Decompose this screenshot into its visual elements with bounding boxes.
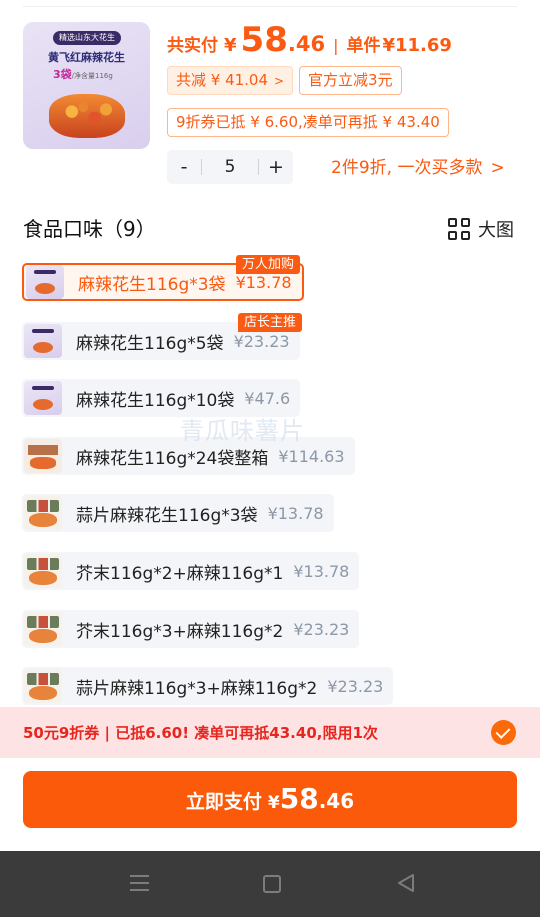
option-price: ¥13.78 bbox=[293, 561, 350, 581]
option-thumbnail bbox=[24, 496, 62, 530]
multi-buy-link[interactable]: 2件9折, 一次买多款 > bbox=[331, 153, 505, 178]
option-thumbnail bbox=[24, 669, 62, 703]
watermark-text: 青瓜味薯片 bbox=[180, 417, 305, 445]
decrease-button[interactable]: - bbox=[167, 156, 201, 178]
option-label: 麻辣花生116g*24袋整箱 bbox=[76, 448, 269, 469]
pay-now-decimal: .46 bbox=[318, 789, 355, 813]
total-price-row: 共实付 ¥ 58 .46 | 单件 ¥11.69 bbox=[167, 20, 452, 64]
option-price: ¥23.23 bbox=[327, 676, 384, 696]
option-price: ¥23.23 bbox=[233, 331, 290, 351]
unit-price-label: 单件 bbox=[346, 36, 381, 56]
chevron-right-icon: > bbox=[490, 158, 505, 178]
product-image-qty: 3袋/净含量116g bbox=[53, 66, 113, 82]
product-image-net: /净含量116g bbox=[71, 72, 113, 80]
total-pay-currency: ¥ bbox=[224, 35, 237, 56]
option-thumbnail bbox=[24, 439, 62, 473]
option-label: 蒜片麻辣116g*3+麻辣116g*2 bbox=[76, 678, 318, 699]
option-tag: 万人加购 bbox=[236, 255, 301, 274]
coupon-info-badge: 9折券已抵 ¥ 6.60,凑单可再抵 ¥ 43.40 bbox=[167, 108, 449, 137]
total-pay-integer: 58 bbox=[240, 20, 288, 60]
peanut-pile-graphic bbox=[49, 94, 125, 138]
home-icon[interactable] bbox=[263, 875, 281, 893]
option-label: 蒜片麻辣花生116g*3袋 bbox=[76, 505, 258, 526]
unit-price-value: ¥11.69 bbox=[382, 35, 452, 56]
option-label: 麻辣花生116g*10袋 bbox=[76, 390, 235, 411]
option-price: ¥13.78 bbox=[267, 503, 324, 523]
flavor-option[interactable]: 芥末116g*3+麻辣116g*2 ¥23.23 bbox=[22, 610, 360, 648]
pay-now-label: 立即支付 bbox=[185, 791, 262, 813]
big-view-toggle[interactable]: 大图 bbox=[448, 216, 514, 242]
quantity-value[interactable]: 5 bbox=[202, 157, 258, 177]
option-price: ¥13.78 bbox=[235, 272, 292, 292]
official-discount-badge: 官方立减3元 bbox=[299, 66, 402, 95]
option-price: ¥23.23 bbox=[293, 619, 350, 639]
flavor-option[interactable]: 芥末116g*2+麻辣116g*1 ¥13.78 bbox=[22, 552, 360, 590]
multi-buy-text: 2件9折, 一次买多款 bbox=[331, 158, 483, 178]
pay-now-button[interactable]: 立即支付 ¥ 58 .46 bbox=[23, 771, 517, 828]
price-separator: | bbox=[333, 36, 339, 55]
flavor-section-title: 食品口味（9） bbox=[23, 217, 156, 241]
coupon-bar-text: 50元9折券 | 已抵6.60! 凑单可再抵43.40,限用1次 bbox=[23, 724, 378, 742]
system-nav-bar bbox=[0, 851, 540, 917]
option-thumbnail bbox=[26, 265, 64, 299]
option-price: ¥47.6 bbox=[244, 388, 291, 408]
product-image-name: 黄飞红麻辣花生 bbox=[48, 51, 125, 64]
grid-icon bbox=[448, 218, 470, 240]
total-pay-label: 共实付 bbox=[167, 36, 218, 56]
option-label: 芥末116g*3+麻辣116g*2 bbox=[76, 621, 284, 642]
product-image-qty-value: 3袋 bbox=[53, 68, 72, 81]
check-circle-icon[interactable] bbox=[491, 720, 516, 745]
big-view-label: 大图 bbox=[478, 220, 514, 241]
option-thumbnail bbox=[24, 324, 62, 358]
increase-button[interactable]: + bbox=[259, 156, 293, 178]
discount-total-badge[interactable]: 共减 ¥ 41.04 > bbox=[167, 66, 294, 95]
option-thumbnail bbox=[24, 612, 62, 646]
option-label: 麻辣花生116g*3袋 bbox=[78, 274, 226, 295]
discount-total-text: 共减 ¥ 41.04 bbox=[176, 71, 269, 89]
product-image-tag: 精选山东大花生 bbox=[53, 31, 121, 45]
option-thumbnail bbox=[24, 554, 62, 588]
flavor-option[interactable]: 蒜片麻辣花生116g*3袋 ¥13.78 bbox=[22, 494, 334, 532]
pay-now-integer: 58 bbox=[279, 782, 319, 815]
option-thumbnail bbox=[24, 381, 62, 415]
pay-now-currency: ¥ bbox=[267, 793, 280, 813]
option-price: ¥114.63 bbox=[278, 446, 345, 466]
total-pay-decimal: .46 bbox=[287, 32, 326, 56]
option-label: 芥末116g*2+麻辣116g*1 bbox=[76, 563, 284, 584]
option-label: 麻辣花生116g*5袋 bbox=[76, 333, 224, 354]
coupon-bar[interactable]: 50元9折券 | 已抵6.60! 凑单可再抵43.40,限用1次 bbox=[0, 707, 540, 758]
menu-icon[interactable] bbox=[130, 875, 149, 891]
top-divider bbox=[23, 6, 517, 7]
product-image[interactable]: 精选山东大花生 黄飞红麻辣花生 3袋/净含量116g bbox=[23, 22, 150, 149]
chevron-right-icon: > bbox=[274, 74, 285, 88]
option-tag: 店长主推 bbox=[238, 313, 303, 332]
quantity-stepper: - 5 + bbox=[167, 150, 293, 184]
flavor-option[interactable]: 蒜片麻辣116g*3+麻辣116g*2 ¥23.23 bbox=[22, 667, 394, 705]
